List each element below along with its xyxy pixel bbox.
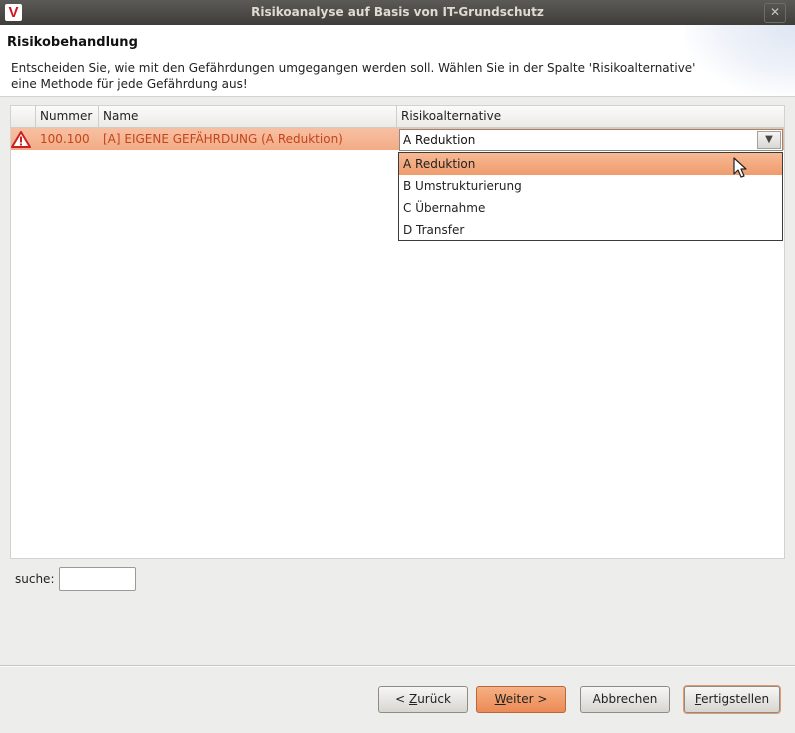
- button-bar-separator: [0, 665, 795, 667]
- dropdown-option-d-transfer[interactable]: D Transfer: [399, 219, 782, 241]
- title-bar[interactable]: V Risikoanalyse auf Basis von IT-Grundsc…: [0, 0, 795, 25]
- warning-icon: [11, 131, 31, 148]
- page-title: Risikobehandlung: [7, 35, 138, 50]
- close-button[interactable]: ✕: [764, 3, 786, 23]
- dropdown-option-b-umstrukturierung[interactable]: B Umstrukturierung: [399, 175, 782, 197]
- column-header-icon[interactable]: [11, 106, 35, 127]
- table-header: Nummer Name Risikoalternative: [11, 106, 784, 128]
- back-button[interactable]: < Zurück: [378, 686, 468, 713]
- finish-button[interactable]: Fertigstellen: [684, 686, 780, 713]
- cell-nummer: 100.100: [40, 132, 90, 146]
- description-line-2: eine Methode für jede Gefährdung aus!: [11, 77, 248, 91]
- risikoalternative-dropdown-list[interactable]: A Reduktion B Umstrukturierung C Übernah…: [398, 152, 783, 241]
- wizard-window: V Risikoanalyse auf Basis von IT-Grundsc…: [0, 0, 795, 733]
- wizard-banner: Risikobehandlung Entscheiden Sie, wie mi…: [0, 25, 795, 97]
- search-label: suche:: [15, 572, 55, 586]
- combo-value: A Reduktion: [403, 133, 476, 147]
- column-header-name[interactable]: Name: [98, 106, 396, 127]
- column-header-nummer[interactable]: Nummer: [35, 106, 98, 127]
- dropdown-arrow-icon[interactable]: ▼: [757, 131, 781, 149]
- next-button[interactable]: Weiter >: [476, 686, 566, 713]
- risikoalternative-combo[interactable]: A Reduktion ▼: [399, 129, 783, 151]
- description-line-1: Entscheiden Sie, wie mit den Gefährdunge…: [11, 61, 696, 75]
- dropdown-option-c-uebernahme[interactable]: C Übernahme: [399, 197, 782, 219]
- search-input[interactable]: [59, 567, 136, 591]
- page-description: Entscheiden Sie, wie mit den Gefährdunge…: [11, 60, 771, 92]
- cell-name: [A] EIGENE GEFÄHRDUNG (A Reduktion): [103, 132, 343, 146]
- mouse-pointer-icon: [733, 157, 747, 178]
- window-title: Risikoanalyse auf Basis von IT-Grundschu…: [251, 5, 544, 19]
- column-header-risikoalternative[interactable]: Risikoalternative: [396, 106, 784, 127]
- cancel-button[interactable]: Abbrechen: [580, 686, 670, 713]
- dropdown-option-a-reduktion[interactable]: A Reduktion: [399, 153, 782, 175]
